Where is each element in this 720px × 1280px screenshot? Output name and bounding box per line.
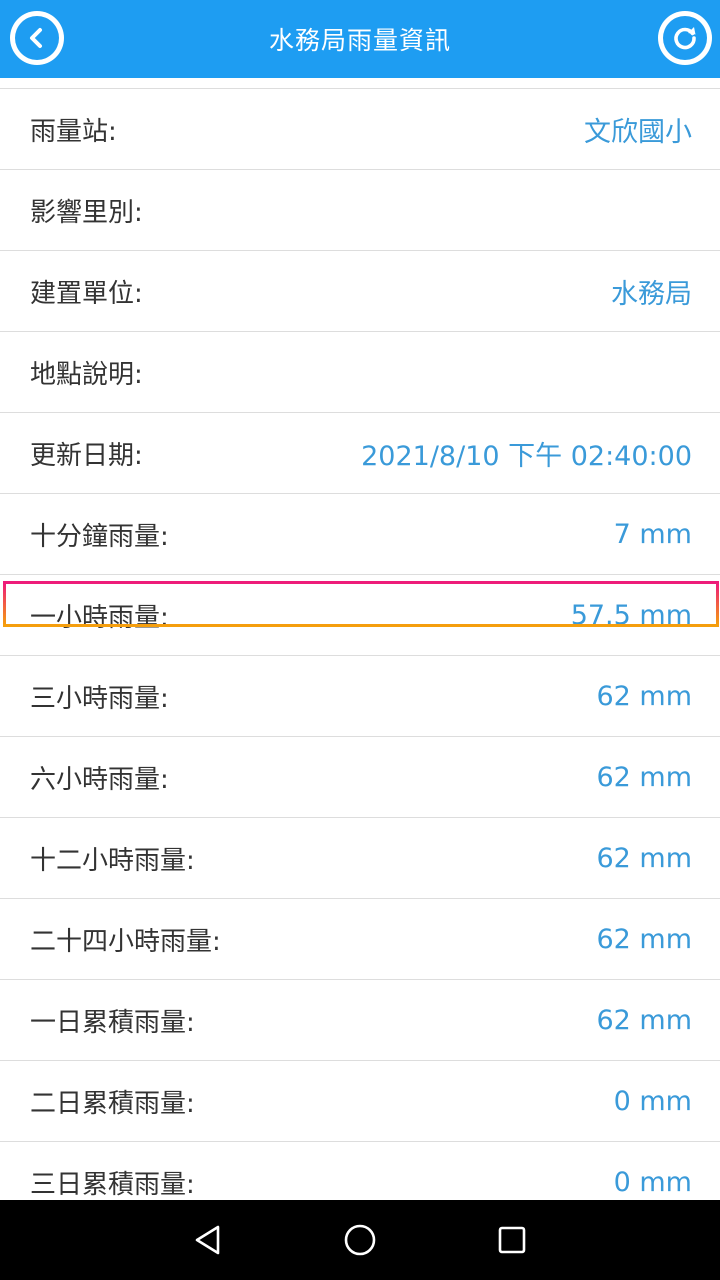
row-3day-accum: 三日累積雨量: 0 mm <box>0 1142 720 1200</box>
row-6hr-rain: 六小時雨量: 62 mm <box>0 737 720 818</box>
row-value: 62 mm <box>596 680 692 712</box>
row-label: 二日累積雨量: <box>30 1088 195 1119</box>
triangle-back-icon <box>195 1225 220 1255</box>
row-value: 62 mm <box>596 842 692 874</box>
row-value: 水務局 <box>611 278 692 310</box>
row-label: 更新日期: <box>30 440 143 471</box>
row-label: 建置單位: <box>30 278 143 309</box>
row-value: 62 mm <box>596 761 692 793</box>
row-affected-village: 影響里別: <box>0 170 720 251</box>
circle-home-icon <box>344 1224 376 1256</box>
refresh-button[interactable] <box>658 11 712 65</box>
row-station: 雨量站: 文欣國小 <box>0 89 720 170</box>
square-recents-icon <box>498 1226 526 1254</box>
row-3hr-rain: 三小時雨量: 62 mm <box>0 656 720 737</box>
row-label: 影響里別: <box>30 197 143 228</box>
page-title: 水務局雨量資訊 <box>268 26 451 55</box>
row-label: 十二小時雨量: <box>30 845 195 876</box>
refresh-icon <box>674 27 696 50</box>
nav-home-button[interactable] <box>338 1218 382 1262</box>
row-builder: 建置單位: 水務局 <box>0 251 720 332</box>
row-label: 一小時雨量: <box>30 602 169 633</box>
row-update-date: 更新日期: 2021/8/10 下午 02:40:00 <box>0 413 720 494</box>
app-screen: 水務局雨量資訊 雨量站: 文欣國小 影響里別: 建置單位: 水務局 地點說明: <box>0 0 720 1280</box>
row-value: 0 mm <box>613 1085 692 1117</box>
row-1hr-rain: 一小時雨量: 57.5 mm <box>0 575 720 656</box>
row-2day-accum: 二日累積雨量: 0 mm <box>0 1061 720 1142</box>
row-label: 二十四小時雨量: <box>30 926 221 957</box>
system-nav-bar <box>0 1200 720 1280</box>
row-value: 2021/8/10 下午 02:40:00 <box>361 440 692 472</box>
back-button[interactable] <box>10 11 64 65</box>
row-value: 62 mm <box>596 923 692 955</box>
row-label: 地點說明: <box>30 359 143 390</box>
row-value: 57.5 mm <box>570 599 692 631</box>
row-label: 六小時雨量: <box>30 764 169 795</box>
row-value: 0 mm <box>613 1166 692 1198</box>
row-value: 文欣國小 <box>584 116 692 148</box>
row-24hr-rain: 二十四小時雨量: 62 mm <box>0 899 720 980</box>
rainfall-info-list[interactable]: 雨量站: 文欣國小 影響里別: 建置單位: 水務局 地點說明: 更新日期: 20… <box>0 78 720 1200</box>
row-12hr-rain: 十二小時雨量: 62 mm <box>0 818 720 899</box>
row-label: 十分鐘雨量: <box>30 521 169 552</box>
row-label: 雨量站: <box>30 116 117 147</box>
row-10min-rain: 十分鐘雨量: 7 mm <box>0 494 720 575</box>
list-top-divider <box>0 78 720 89</box>
row-value: 7 mm <box>613 518 692 550</box>
row-location-desc: 地點說明: <box>0 332 720 413</box>
row-value: 62 mm <box>596 1004 692 1036</box>
nav-back-button[interactable] <box>186 1218 230 1262</box>
row-label: 一日累積雨量: <box>30 1007 195 1038</box>
nav-recents-button[interactable] <box>490 1218 534 1262</box>
app-header: 水務局雨量資訊 <box>0 0 720 78</box>
row-1day-accum: 一日累積雨量: 62 mm <box>0 980 720 1061</box>
row-label: 三小時雨量: <box>30 683 169 714</box>
chevron-left-icon <box>30 28 42 48</box>
row-label: 三日累積雨量: <box>30 1169 195 1200</box>
